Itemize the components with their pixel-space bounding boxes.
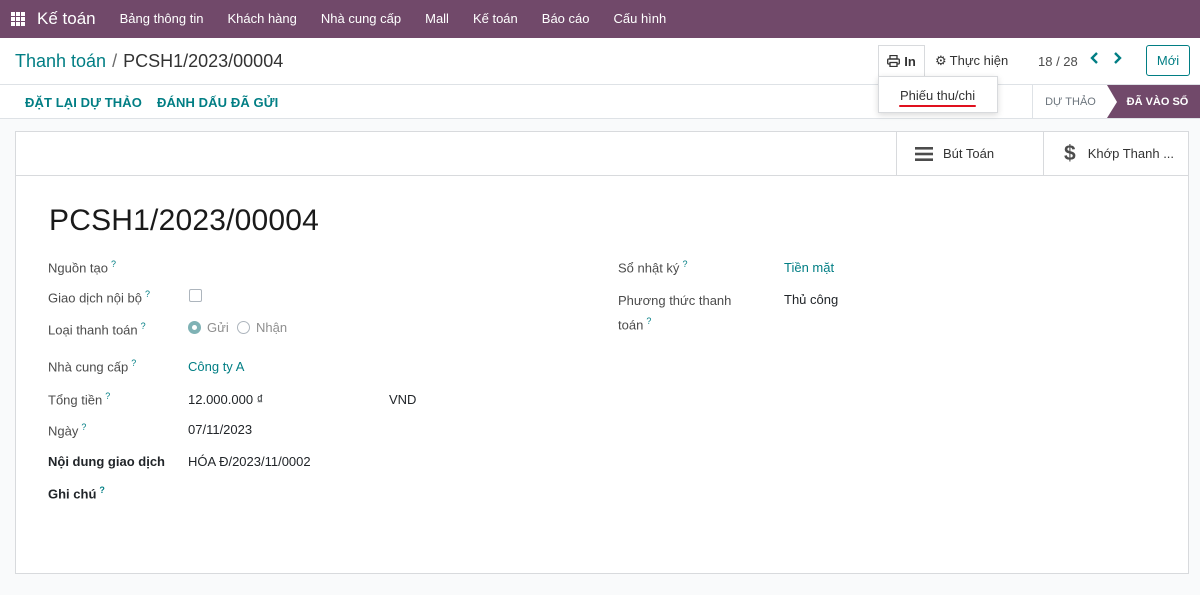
- dollar-icon: $: [1064, 141, 1076, 165]
- journal-value[interactable]: Tiền mặt: [784, 260, 834, 275]
- help-icon[interactable]: ?: [682, 259, 687, 269]
- payment-method-value[interactable]: Thủ công: [784, 292, 838, 307]
- memo-value[interactable]: HÓA Đ/2023/11/0002: [188, 454, 311, 469]
- help-icon[interactable]: ?: [105, 391, 110, 401]
- internal-transfer-label: Giao dịch nội bộ?: [48, 289, 150, 305]
- payment-type-send-radio[interactable]: Gửi: [188, 320, 229, 335]
- gear-icon: ⚙: [935, 52, 947, 68]
- breadcrumb-current: PCSH1/2023/00004: [123, 51, 284, 71]
- vendor-label-text: Nhà cung cấp: [48, 359, 129, 375]
- control-panel: Thanh toán / PCSH1/2023/00004 In ⚙ Thực hi…: [0, 38, 1200, 84]
- journal-label: Sổ nhật ký?: [618, 259, 687, 275]
- payment-type-receive-label: Nhận: [256, 320, 288, 335]
- help-icon[interactable]: ?: [111, 259, 116, 269]
- date-value[interactable]: 07/11/2023: [188, 422, 252, 437]
- date-label: Ngày?: [48, 422, 86, 438]
- vendor-label: Nhà cung cấp?: [48, 358, 136, 374]
- action-label: Thực hiện: [949, 53, 1009, 68]
- breadcrumb-parent[interactable]: Thanh toán: [15, 51, 106, 71]
- payment-type-send-label: Gửi: [207, 320, 229, 335]
- help-icon[interactable]: ?: [131, 358, 136, 368]
- payment-method-label-line2: toán: [618, 317, 644, 333]
- currency-value[interactable]: VND: [389, 392, 416, 407]
- record-title: PCSH1/2023/00004: [49, 204, 320, 237]
- help-icon[interactable]: ?: [145, 289, 150, 299]
- note-label-text: Ghi chú: [48, 486, 97, 502]
- payment-type-label: Loại thanh toán?: [48, 321, 146, 337]
- payment-type-receive-radio[interactable]: Nhận: [237, 320, 287, 335]
- memo-label: Nội dung giao dịch: [48, 454, 165, 469]
- amount-label-text: Tổng tiền: [48, 392, 103, 408]
- top-navbar: Kế toán Bảng thông tin Khách hàng Nhà cu…: [0, 0, 1200, 38]
- smart-button-bar: Bút Toán $ Khớp Thanh ...: [16, 132, 1188, 176]
- reconcile-label: Khớp Thanh ...: [1087, 146, 1175, 161]
- highlight-underline: [899, 105, 976, 107]
- source-label-text: Nguồn tạo: [48, 260, 108, 276]
- journal-label-text: Sổ nhật ký: [618, 260, 680, 276]
- chevron-left-icon[interactable]: [1090, 51, 1104, 67]
- reset-to-draft-button[interactable]: ĐẶT LẠI DỰ THẢO: [25, 95, 142, 110]
- nav-accounting[interactable]: Kế toán: [461, 0, 530, 38]
- internal-transfer-label-text: Giao dịch nội bộ: [48, 290, 142, 306]
- new-button[interactable]: Mới: [1146, 45, 1190, 76]
- action-button[interactable]: ⚙ Thực hiện: [935, 45, 1008, 76]
- vendor-value[interactable]: Công ty A: [188, 359, 244, 374]
- amount-value[interactable]: 12.000.000 ₫: [188, 392, 263, 407]
- breadcrumb: Thanh toán / PCSH1/2023/00004: [15, 51, 283, 72]
- print-label: In: [904, 53, 916, 69]
- journal-entry-smart-button[interactable]: Bút Toán: [896, 132, 1044, 175]
- nav-dashboard[interactable]: Bảng thông tin: [108, 0, 216, 38]
- list-icon: [915, 146, 933, 161]
- nav-configuration[interactable]: Cấu hình: [601, 0, 678, 38]
- print-dropdown-menu: Phiếu thu/chi: [878, 76, 998, 113]
- source-label: Nguồn tạo?: [48, 259, 116, 275]
- chevron-right-icon[interactable]: [1112, 51, 1126, 67]
- breadcrumb-separator: /: [112, 51, 118, 71]
- status-bar: ĐẶT LẠI DỰ THẢO ĐÁNH DẤU ĐÃ GỬI DỰ THẢO …: [0, 84, 1200, 119]
- amount-label: Tổng tiền?: [48, 391, 110, 407]
- radio-checked-icon: [188, 321, 201, 334]
- nav-customers[interactable]: Khách hàng: [215, 0, 308, 38]
- print-menu-item-receipt[interactable]: Phiếu thu/chi: [900, 88, 975, 103]
- payment-method-label-line1: Phương thức thanh: [618, 293, 732, 308]
- help-icon[interactable]: ?: [141, 321, 146, 331]
- payment-type-label-text: Loại thanh toán: [48, 322, 138, 338]
- date-label-text: Ngày: [48, 423, 79, 439]
- stage-posted[interactable]: ĐÃ VÀO SỔ: [1107, 85, 1200, 118]
- print-button[interactable]: In: [878, 45, 925, 76]
- mark-as-sent-button[interactable]: ĐÁNH DẤU ĐÃ GỬI: [157, 95, 278, 110]
- stage-draft[interactable]: DỰ THẢO: [1032, 85, 1108, 118]
- internal-transfer-checkbox[interactable]: [189, 289, 202, 302]
- help-icon[interactable]: ?: [99, 485, 105, 495]
- pager-value[interactable]: 18 / 28: [1038, 54, 1078, 69]
- nav-reports[interactable]: Báo cáo: [530, 0, 602, 38]
- journal-entry-label: Bút Toán: [943, 146, 995, 161]
- app-brand[interactable]: Kế toán: [37, 9, 96, 29]
- apps-menu-icon[interactable]: [11, 12, 25, 26]
- payment-method-label: Phương thức thanh toán?: [618, 291, 731, 335]
- nav-vendors[interactable]: Nhà cung cấp: [309, 0, 413, 38]
- help-icon[interactable]: ?: [81, 422, 86, 432]
- reconcile-smart-button[interactable]: $ Khớp Thanh ...: [1043, 132, 1188, 175]
- radio-unchecked-icon: [237, 321, 250, 334]
- help-icon[interactable]: ?: [646, 316, 651, 326]
- form-sheet: Bút Toán $ Khớp Thanh ... PCSH1/2023/000…: [15, 131, 1189, 574]
- nav-mall[interactable]: Mall: [413, 0, 461, 38]
- printer-icon: [887, 55, 901, 67]
- note-label: Ghi chú?: [48, 485, 105, 501]
